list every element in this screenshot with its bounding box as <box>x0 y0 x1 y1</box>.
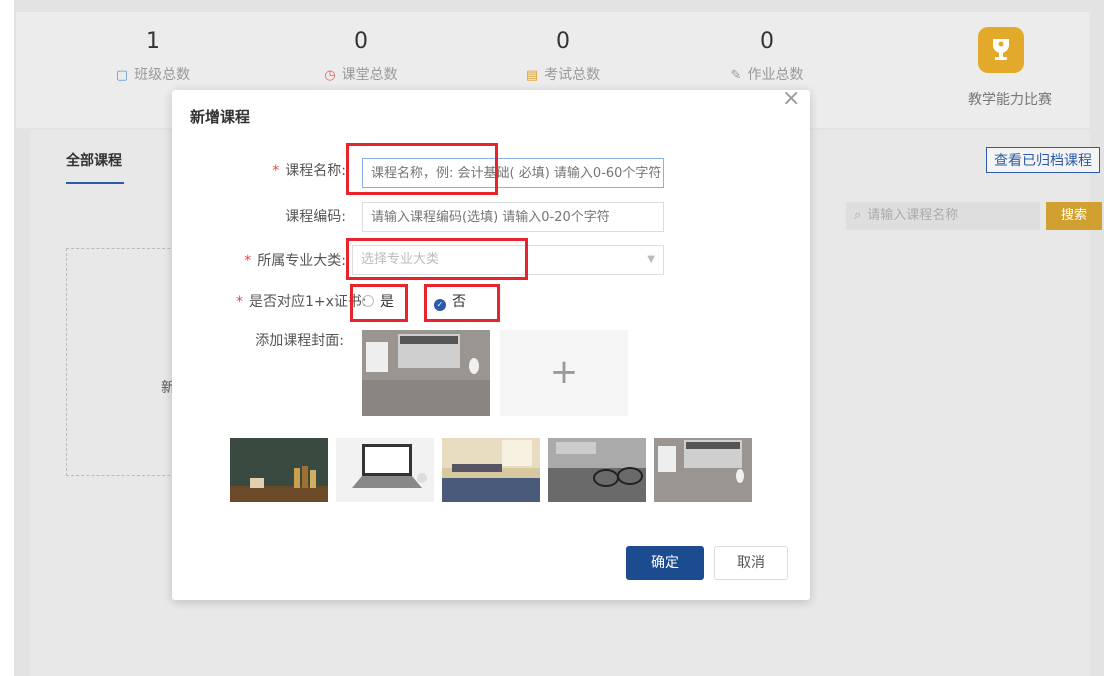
stat-value: 0 <box>760 29 774 54</box>
stat-class-count[interactable]: 1 ▢ 班级总数 <box>78 28 228 84</box>
required-mark: * <box>244 253 252 269</box>
stat-classroom-count[interactable]: 0 ◷ 课堂总数 <box>286 28 436 84</box>
confirm-button[interactable]: 确定 <box>626 546 704 580</box>
stat-label: 考试总数 <box>544 67 601 83</box>
course-code-label: 课程编码: <box>285 209 346 225</box>
class-icon: ▢ <box>115 68 129 83</box>
cover-option-3[interactable] <box>442 438 540 502</box>
required-mark: * <box>272 163 280 179</box>
tab-active-indicator <box>66 182 124 184</box>
view-archived-button[interactable]: 查看已归档课程 <box>986 147 1100 173</box>
search-input[interactable]: ⌕ 请输入课程名称 <box>846 202 1040 230</box>
stat-value: 0 <box>556 29 570 54</box>
major-category-label-text: 所属专业大类: <box>257 253 346 269</box>
cancel-button[interactable]: 取消 <box>714 546 788 580</box>
stat-value: 0 <box>354 29 368 54</box>
clock-icon: ◷ <box>324 68 336 83</box>
stat-homework-count[interactable]: 0 ✎ 作业总数 <box>692 28 842 84</box>
cert-1x-label-text: 是否对应1+x证书: <box>249 294 366 310</box>
search-placeholder: 请输入课程名称 <box>867 208 959 223</box>
contest-label[interactable]: 教学能力比赛 <box>955 89 1065 109</box>
selected-cover-image[interactable] <box>362 330 490 416</box>
exam-icon: ▤ <box>525 68 539 83</box>
required-mark: * <box>236 294 243 310</box>
cover-option-2[interactable] <box>336 438 434 502</box>
annotation-highlight-yes <box>350 284 408 322</box>
cert-1x-label: * 是否对应1+x证书: <box>236 291 366 311</box>
course-name-label: * 课程名称: <box>254 160 346 180</box>
annotation-highlight-course-name <box>346 143 498 195</box>
chevron-down-icon: ▼ <box>647 254 655 265</box>
add-cover-button[interactable]: + <box>500 330 628 416</box>
major-category-label: * 所属专业大类: <box>216 250 346 270</box>
annotation-highlight-major-category <box>346 238 528 280</box>
cover-option-5[interactable] <box>654 438 752 502</box>
cover-option-1[interactable] <box>230 438 328 502</box>
search-icon: ⌕ <box>854 208 862 223</box>
dialog-title: 新增课程 <box>190 108 251 126</box>
stat-label: 作业总数 <box>747 67 804 83</box>
stat-exam-count[interactable]: 0 ▤ 考试总数 <box>488 28 638 84</box>
homework-icon: ✎ <box>730 68 742 83</box>
close-icon[interactable]: × <box>782 86 800 111</box>
course-name-label-text: 课程名称: <box>285 163 346 179</box>
cover-option-4[interactable] <box>548 438 646 502</box>
trophy-icon <box>978 27 1024 73</box>
annotation-highlight-no <box>424 284 500 322</box>
cover-label: 添加课程封面: <box>255 333 344 349</box>
course-code-input[interactable] <box>362 202 664 232</box>
search-button[interactable]: 搜索 <box>1046 202 1102 230</box>
stat-label: 班级总数 <box>134 67 191 83</box>
stat-value: 1 <box>146 29 160 54</box>
tab-all-courses[interactable]: 全部课程 <box>66 150 122 170</box>
stat-label: 课堂总数 <box>341 67 398 83</box>
